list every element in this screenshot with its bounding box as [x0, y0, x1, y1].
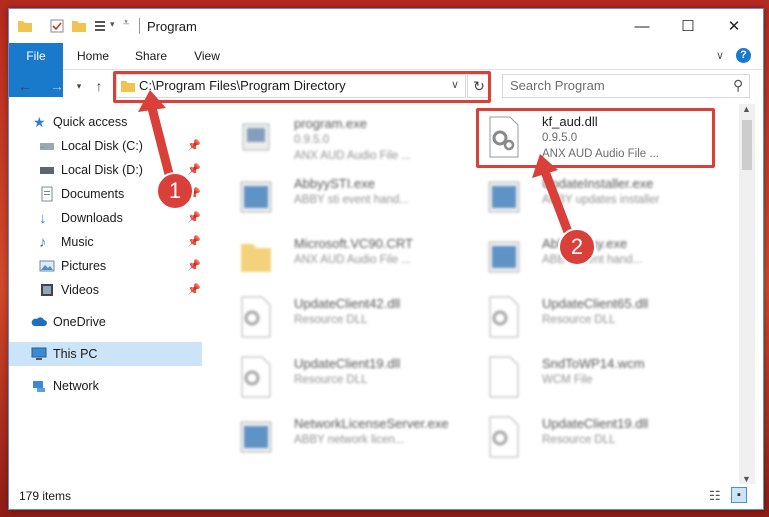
network-icon: [33, 381, 45, 392]
navigation-bar: ← → ▾ ↑ C:\Program Files\Program Directo…: [9, 70, 763, 103]
pin-icon[interactable]: 📌: [187, 259, 201, 272]
drive-icon: [40, 143, 54, 150]
sidebar-item-pictures[interactable]: Pictures 📌: [9, 254, 202, 278]
file-item[interactable]: AbbyyTray.exe ABBY event hand...: [477, 230, 717, 284]
customize-toolbar-icon[interactable]: ⩡: [123, 17, 129, 30]
status-bar: 179 items ☷ ▪: [9, 486, 763, 508]
view-options-icon[interactable]: [93, 18, 109, 34]
dll-file-icon: [489, 416, 519, 458]
exe-file-icon: [488, 181, 520, 213]
music-icon: ♪: [39, 234, 47, 251]
step-badge-2: 2: [558, 228, 596, 266]
file-item[interactable]: UpdateClient42.dll Resource DLL: [229, 290, 469, 344]
pin-icon[interactable]: 📌: [187, 163, 201, 176]
recent-locations-icon[interactable]: ▾: [69, 76, 89, 96]
pin-icon[interactable]: 📌: [187, 211, 201, 224]
search-icon[interactable]: ⚲: [733, 77, 743, 94]
minimize-button[interactable]: —: [619, 9, 665, 43]
file-item[interactable]: UpdateClient19.dll Resource DLL: [477, 410, 717, 464]
scroll-down-icon[interactable]: ▼: [742, 474, 751, 484]
up-arrow-icon[interactable]: ↑: [89, 76, 109, 96]
help-icon[interactable]: ?: [736, 48, 751, 63]
ribbon: File Home Share View ∨ ?: [9, 43, 763, 97]
chevron-down-icon[interactable]: ▾: [110, 19, 115, 30]
dll-file-icon: [489, 296, 519, 338]
drive-icon: [40, 167, 54, 174]
expand-ribbon-icon[interactable]: ∨: [716, 49, 724, 62]
file-item[interactable]: SndToWP14.wcm WCM File: [477, 350, 717, 404]
window-title: Program: [147, 19, 197, 34]
file-explorer-window: ▾ ⩡ Program — ☐ ✕ File Home Share View ∨…: [8, 8, 764, 510]
scroll-up-icon[interactable]: ▲: [742, 104, 751, 114]
close-button[interactable]: ✕: [711, 9, 757, 43]
folder-icon: [241, 244, 271, 272]
maximize-button[interactable]: ☐: [665, 9, 711, 43]
cloud-icon: [31, 317, 47, 326]
item-count: 179 items: [19, 489, 72, 503]
back-arrow-icon[interactable]: ←: [15, 76, 35, 96]
sidebar-item-this-pc[interactable]: This PC: [9, 342, 202, 366]
computer-icon: [31, 347, 47, 360]
dll-file-icon: [241, 296, 271, 338]
file-item[interactable]: UpdateInstaller.exe ABBY updates install…: [477, 170, 717, 224]
details-view-icon[interactable]: ☷: [709, 488, 721, 504]
dll-file-icon: [241, 356, 271, 398]
forward-arrow-icon[interactable]: →: [47, 76, 67, 96]
exe-file-icon: [488, 241, 520, 273]
file-highlight-box: [476, 108, 715, 168]
pin-icon[interactable]: 📌: [187, 139, 201, 152]
file-item[interactable]: Microsoft.VC90.CRT ANX AUD Audio File ..…: [229, 230, 469, 284]
pin-icon[interactable]: 📌: [187, 283, 201, 296]
file-item[interactable]: UpdateClient65.dll Resource DLL: [477, 290, 717, 344]
sidebar-item-network[interactable]: Network: [9, 374, 202, 398]
step-badge-1: 1: [156, 172, 194, 210]
file-item[interactable]: UpdateClient19.dll Resource DLL: [229, 350, 469, 404]
sidebar-item-music[interactable]: ♪ Music 📌: [9, 230, 202, 254]
sidebar-item-local-disk-c[interactable]: Local Disk (C:) 📌: [9, 134, 202, 158]
search-placeholder: Search Program: [510, 78, 605, 93]
scrollbar-thumb[interactable]: [742, 120, 752, 170]
documents-icon: [41, 186, 53, 202]
vertical-scrollbar[interactable]: ▲ ▼: [739, 104, 755, 484]
tab-home[interactable]: Home: [69, 43, 117, 69]
properties-icon[interactable]: [49, 18, 65, 34]
exe-file-icon: [240, 421, 272, 453]
large-icons-view-icon[interactable]: ▪: [731, 487, 747, 503]
file-item[interactable]: AbbyySTI.exe ABBY sti event hand...: [229, 170, 469, 224]
tab-view[interactable]: View: [185, 43, 229, 69]
search-input[interactable]: Search Program ⚲: [502, 74, 750, 98]
generic-file-icon: [489, 356, 519, 398]
new-folder-icon[interactable]: [71, 18, 87, 34]
star-icon: ★: [33, 114, 46, 130]
folder-icon: [18, 21, 32, 32]
exe-file-icon: [242, 123, 270, 151]
videos-icon: [41, 284, 53, 296]
file-item[interactable]: program.exe 0.9.5.0 ANX AUD Audio File .…: [229, 110, 469, 164]
tab-share[interactable]: Share: [127, 43, 175, 69]
sidebar-item-videos[interactable]: Videos 📌: [9, 278, 202, 302]
download-icon: ↓: [39, 210, 47, 227]
sidebar-item-quick-access[interactable]: ★ Quick access: [9, 110, 202, 134]
sidebar-item-onedrive[interactable]: OneDrive: [9, 310, 202, 334]
title-separator: [139, 18, 140, 34]
title-bar: ▾ ⩡ Program — ☐ ✕: [9, 9, 763, 43]
pin-icon[interactable]: 📌: [187, 235, 201, 248]
file-item[interactable]: NetworkLicenseServer.exe ABBY network li…: [229, 410, 469, 464]
pictures-icon: [39, 260, 55, 272]
navigation-pane: ★ Quick access Local Disk (C:) 📌 Local D…: [9, 104, 202, 474]
exe-file-icon: [240, 181, 272, 213]
address-highlight-box: [113, 71, 491, 103]
